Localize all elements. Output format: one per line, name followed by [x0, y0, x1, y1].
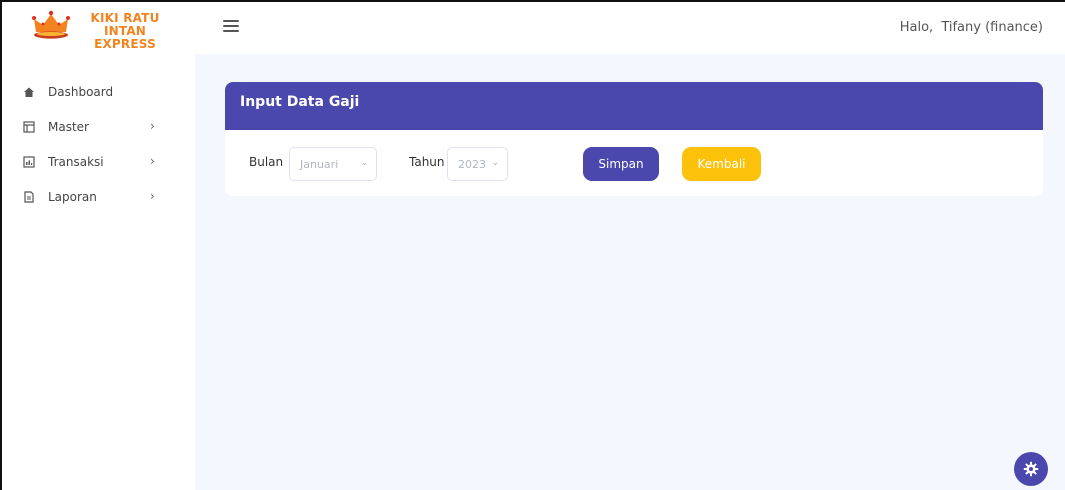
tahun-select[interactable]: 2023 ⌄ — [447, 147, 508, 181]
form-row: Bulan Januari ⌄ Tahun 2023 ⌄ Simpan Kemb… — [225, 147, 1043, 181]
sidebar: Dashboard Master › Transaksi › Laporan › — [2, 54, 195, 490]
simpan-button[interactable]: Simpan — [583, 147, 659, 181]
tahun-label: Tahun — [409, 155, 445, 169]
top-header: KIKI RATU INTAN EXPRESS Halo, Tifany (fi… — [2, 2, 1065, 54]
chart-icon — [22, 155, 36, 169]
tahun-value: 2023 — [458, 157, 486, 171]
menu-toggle-icon[interactable] — [223, 20, 239, 34]
chevron-right-icon: › — [150, 119, 155, 133]
brand-name: KIKI RATU INTAN EXPRESS — [70, 12, 180, 51]
bulan-value: Januari — [300, 157, 339, 171]
chevron-down-icon: ⌄ — [360, 158, 368, 168]
input-gaji-card: Input Data Gaji Bulan Januari ⌄ Tahun 20… — [225, 82, 1043, 196]
sidebar-item-laporan[interactable]: Laporan › — [22, 187, 172, 207]
chevron-right-icon: › — [150, 154, 155, 168]
document-icon — [22, 190, 36, 204]
gear-icon — [1023, 461, 1039, 477]
crown-icon — [32, 10, 70, 39]
user-greeting[interactable]: Halo, Tifany (finance) — [900, 20, 1043, 35]
chevron-right-icon: › — [150, 189, 155, 203]
card-title: Input Data Gaji — [225, 82, 1043, 130]
brand-line-1: KIKI RATU INTAN — [90, 11, 160, 38]
home-icon — [22, 85, 36, 99]
table-icon — [22, 120, 36, 134]
sidebar-item-label: Laporan — [48, 190, 97, 204]
sidebar-item-master[interactable]: Master › — [22, 117, 172, 137]
user-name: Tifany (finance) — [941, 20, 1043, 35]
app-frame: KIKI RATU INTAN EXPRESS Halo, Tifany (fi… — [0, 0, 1065, 490]
settings-button[interactable] — [1014, 452, 1048, 486]
bulan-label: Bulan — [249, 155, 284, 169]
sidebar-item-transaksi[interactable]: Transaksi › — [22, 152, 172, 172]
kembali-button[interactable]: Kembali — [682, 147, 761, 181]
brand-line-2: EXPRESS — [94, 37, 156, 51]
bulan-select[interactable]: Januari ⌄ — [289, 147, 377, 181]
sidebar-item-label: Dashboard — [48, 85, 114, 99]
brand-logo[interactable]: KIKI RATU INTAN EXPRESS — [2, 2, 195, 54]
chevron-down-icon: ⌄ — [491, 158, 499, 168]
greeting-text: Halo, — [899, 20, 934, 35]
sidebar-item-dashboard[interactable]: Dashboard — [22, 82, 172, 102]
sidebar-item-label: Transaksi — [48, 155, 104, 169]
sidebar-item-label: Master — [48, 120, 89, 134]
